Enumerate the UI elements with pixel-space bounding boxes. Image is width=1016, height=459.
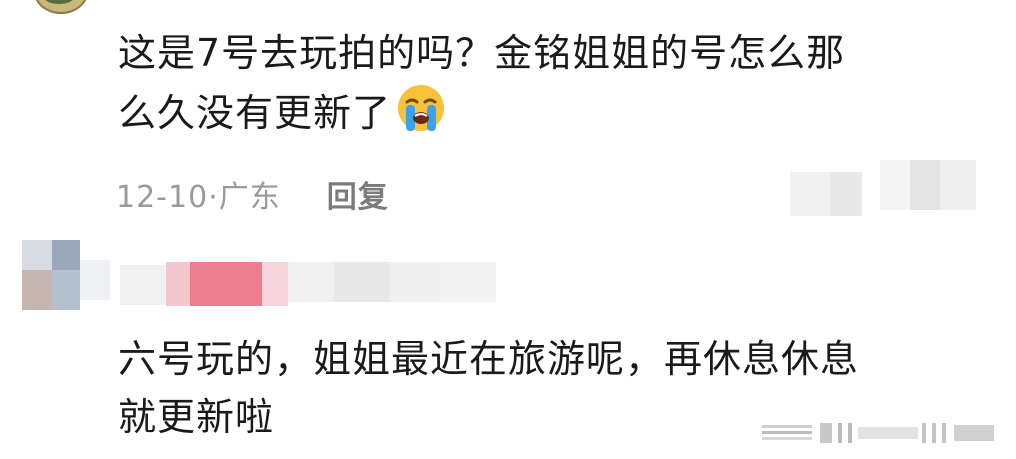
meta-separator: · [208,180,219,215]
comment-meta: 12-10·广东 回复 [116,172,389,216]
comment-location: 广东 [218,180,281,215]
replier-avatar[interactable] [22,240,52,270]
comment-line-1: 这是7号去玩拍的吗？金铭姐姐的号怎么那 [118,31,846,75]
reply-line-1: 六号玩的，姐姐最近在旅游呢，再休息休息 [118,337,860,381]
comment-body: 这是7号去玩拍的吗？金铭姐姐的号怎么那 么久没有更新了 [118,24,978,142]
comment-date: 12-10 [116,180,209,215]
reply-button[interactable]: 回复 [327,180,389,215]
watermark [762,419,1002,447]
comment-line-2: 么久没有更新了 [118,82,978,142]
commenter-avatar[interactable] [34,0,88,14]
loudly-crying-face-icon [395,82,447,134]
comment-line-2-text: 么久没有更新了 [118,91,392,135]
